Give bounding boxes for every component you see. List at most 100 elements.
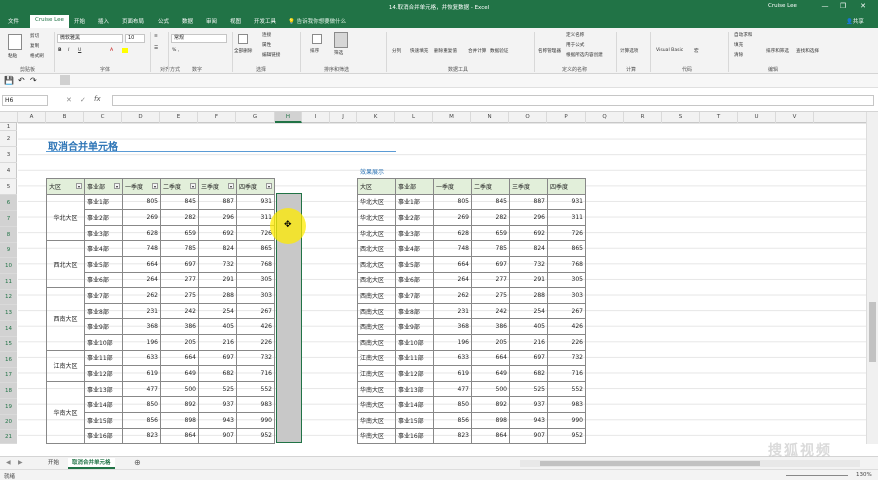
dept-cell[interactable]: 事业11部	[395, 349, 434, 367]
filter-quick-icon[interactable]	[60, 75, 70, 85]
value-cell[interactable]: 805	[433, 193, 472, 211]
value-cell[interactable]: 254	[198, 302, 237, 320]
tab-page-layout[interactable]: 页面布局	[122, 17, 144, 25]
value-cell[interactable]: 275	[160, 287, 199, 304]
value-cell[interactable]: 231	[433, 302, 472, 320]
value-cell[interactable]: 865	[236, 240, 275, 257]
dept-cell[interactable]: 事业6部	[395, 271, 434, 289]
dept-cell[interactable]: 事业2部	[84, 209, 123, 226]
row-header-8[interactable]: 8	[0, 227, 17, 243]
value-cell[interactable]: 865	[547, 240, 586, 257]
value-cell[interactable]: 477	[122, 380, 161, 398]
font-name-select[interactable]: 微软雅黑	[57, 34, 123, 43]
value-cell[interactable]: 205	[471, 333, 510, 351]
row-header-15[interactable]: 15	[0, 337, 17, 352]
value-cell[interactable]: 682	[198, 365, 237, 382]
value-cell[interactable]: 282	[471, 209, 510, 226]
column-header-a[interactable]: A	[18, 112, 46, 123]
filter-dropdown-icon[interactable]: ▾	[228, 182, 234, 189]
value-cell[interactable]: 845	[160, 193, 199, 211]
clear-button[interactable]: 清除	[734, 52, 743, 58]
consolidate-button[interactable]: 合并计算	[468, 48, 486, 54]
value-cell[interactable]: 824	[198, 240, 237, 257]
cut-button[interactable]: 剪切	[30, 33, 39, 39]
region-cell[interactable]: 华南大区	[357, 427, 396, 445]
value-cell[interactable]: 242	[160, 302, 199, 320]
dept-cell[interactable]: 事业13部	[84, 380, 123, 398]
value-cell[interactable]: 477	[433, 380, 472, 398]
value-cell[interactable]: 426	[547, 318, 586, 335]
value-cell[interactable]: 898	[160, 411, 199, 429]
tab-formulas[interactable]: 公式	[158, 17, 169, 25]
column-header-c[interactable]: C	[84, 112, 122, 123]
merged-region-cell[interactable]: 西南大区	[46, 287, 85, 351]
value-cell[interactable]: 500	[471, 380, 510, 398]
sort-filter-button[interactable]: 排序和筛选	[766, 48, 789, 54]
tell-me-search[interactable]: 💡 告诉我你想要做什么	[288, 17, 346, 25]
value-cell[interactable]: 552	[236, 380, 275, 398]
value-cell[interactable]: 943	[198, 411, 237, 429]
h-scroll-thumb[interactable]	[540, 461, 760, 466]
tab-cruise-lee[interactable]: Cruise Lee	[30, 15, 69, 28]
undo-icon[interactable]: ↶	[18, 76, 25, 85]
value-cell[interactable]: 628	[433, 224, 472, 242]
minimize-button[interactable]: —	[818, 2, 832, 10]
value-cell[interactable]: 305	[547, 271, 586, 289]
percent-icon[interactable]: % ,	[172, 48, 179, 53]
region-cell[interactable]: 西南大区	[357, 318, 396, 335]
header-cell[interactable]: 一季度	[433, 178, 472, 195]
value-cell[interactable]: 845	[471, 193, 510, 211]
dept-cell[interactable]: 事业12部	[395, 365, 434, 382]
value-cell[interactable]: 426	[236, 318, 275, 335]
dept-cell[interactable]: 事业7部	[84, 287, 123, 304]
row-header-9[interactable]: 9	[0, 243, 17, 258]
header-cell[interactable]: 事业部 ▾	[84, 178, 123, 195]
row-header-6[interactable]: 6	[0, 195, 17, 211]
vertical-scrollbar[interactable]	[866, 112, 878, 444]
row-header-12[interactable]: 12	[0, 290, 17, 305]
copy-button[interactable]: 复制	[30, 43, 39, 49]
column-header-u[interactable]: U	[738, 112, 776, 123]
bold-button[interactable]: B	[58, 48, 62, 53]
value-cell[interactable]: 196	[122, 333, 161, 351]
scroll-thumb[interactable]	[869, 302, 876, 362]
value-cell[interactable]: 937	[198, 396, 237, 413]
column-header-p[interactable]: P	[547, 112, 586, 123]
value-cell[interactable]: 275	[471, 287, 510, 304]
dept-cell[interactable]: 事业1部	[84, 193, 123, 211]
column-header-s[interactable]: S	[662, 112, 700, 123]
value-cell[interactable]: 697	[198, 349, 237, 367]
value-cell[interactable]: 226	[236, 333, 275, 351]
filter-dropdown-icon[interactable]: ▾	[190, 182, 196, 189]
column-header-v[interactable]: V	[776, 112, 814, 123]
share-button[interactable]: 👤共享	[846, 17, 864, 25]
value-cell[interactable]: 296	[509, 209, 548, 226]
value-cell[interactable]: 697	[509, 349, 548, 367]
paste-label[interactable]: 粘贴	[8, 53, 17, 59]
value-cell[interactable]: 288	[509, 287, 548, 304]
dept-cell[interactable]: 事业10部	[84, 333, 123, 351]
header-cell[interactable]: 三季度 ▾	[198, 178, 237, 195]
dept-cell[interactable]: 事业1部	[395, 193, 434, 211]
value-cell[interactable]: 500	[160, 380, 199, 398]
region-cell[interactable]: 华南大区	[357, 380, 396, 398]
value-cell[interactable]: 303	[547, 287, 586, 304]
region-cell[interactable]: 西北大区	[357, 255, 396, 273]
dept-cell[interactable]: 事业5部	[84, 255, 123, 273]
value-cell[interactable]: 633	[122, 349, 161, 367]
value-cell[interactable]: 864	[160, 427, 199, 445]
column-header-i[interactable]: I	[302, 112, 330, 123]
value-cell[interactable]: 937	[509, 396, 548, 413]
value-cell[interactable]: 682	[509, 365, 548, 382]
dept-cell[interactable]: 事业6部	[84, 271, 123, 289]
value-cell[interactable]: 823	[433, 427, 472, 445]
value-cell[interactable]: 216	[509, 333, 548, 351]
dept-cell[interactable]: 事业3部	[84, 224, 123, 242]
row-header-21[interactable]: 21	[0, 430, 17, 444]
value-cell[interactable]: 303	[236, 287, 275, 304]
fill-color-icon[interactable]	[122, 48, 128, 53]
value-cell[interactable]: 898	[471, 411, 510, 429]
value-cell[interactable]: 368	[122, 318, 161, 335]
row-header-16[interactable]: 16	[0, 352, 17, 368]
align-left-icon[interactable]: ☰	[154, 46, 158, 51]
